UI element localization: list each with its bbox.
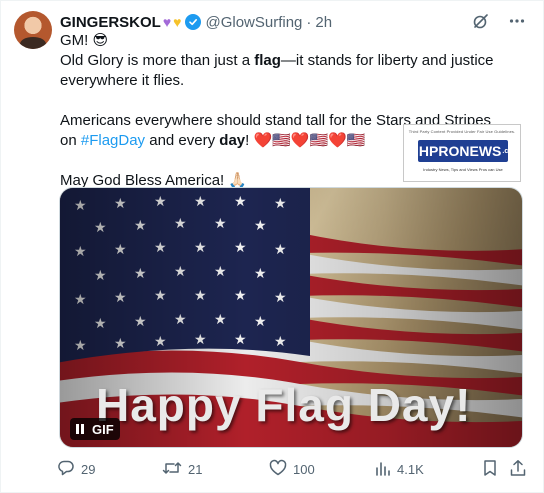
timestamp[interactable]: 2h bbox=[315, 14, 332, 31]
mhpronews-logo: MH PRO NEWS .com bbox=[407, 140, 519, 162]
mhpronews-watermark: Third Party Content Provided Under Fair … bbox=[403, 124, 521, 182]
author-handle[interactable]: @GlowSurfing bbox=[205, 14, 302, 31]
bold-flag: flag bbox=[254, 52, 281, 69]
yellow-heart-icon: ♥ bbox=[173, 14, 182, 30]
repost-count: 21 bbox=[188, 461, 203, 477]
emoji-flag-3: 🇺🇸 bbox=[346, 132, 366, 149]
repost-icon bbox=[162, 459, 182, 480]
watermark-fair-use-text: Third Party Content Provided Under Fair … bbox=[408, 129, 516, 134]
bold-day: day bbox=[219, 132, 246, 149]
views-button[interactable]: 4.1K bbox=[375, 459, 424, 479]
emoji-flag-2: 🇺🇸 bbox=[309, 132, 329, 149]
reply-count: 29 bbox=[81, 461, 96, 477]
reply-button[interactable]: 29 bbox=[57, 459, 95, 479]
emoji-heart-3: ❤️ bbox=[328, 132, 347, 149]
emoji-flag-1: 🇺🇸 bbox=[272, 132, 291, 149]
watermark-tagline: Industry News, Tips and Views Pros can U… bbox=[423, 167, 503, 172]
verified-badge-icon[interactable] bbox=[185, 14, 202, 30]
grok-icon[interactable] bbox=[471, 11, 491, 31]
emoji-heart-2: ❤️ bbox=[290, 132, 310, 149]
emoji-heart-1: ❤️ bbox=[253, 132, 273, 149]
tweet-actions: 29 21 100 4.1K bbox=[57, 459, 527, 479]
gif-media[interactable]: ★★★★★★ ★★★★★ ★★★★★★ ★★★★★ ★★★★★★ ★★★★★ ★… bbox=[59, 187, 523, 448]
like-count: 100 bbox=[293, 461, 315, 477]
more-icon[interactable] bbox=[507, 11, 527, 31]
tweet-header: GINGERSKOL ♥ ♥ @GlowSurfing · 2h bbox=[60, 12, 332, 32]
tweet-top-actions bbox=[471, 11, 527, 31]
separator-dot: · bbox=[306, 13, 312, 31]
share-icon bbox=[509, 459, 527, 480]
gif-badge[interactable]: GIF bbox=[70, 418, 120, 440]
text-line-greeting: GM! 😎 bbox=[60, 32, 109, 49]
like-icon bbox=[269, 459, 287, 480]
reply-icon bbox=[57, 459, 75, 480]
share-button[interactable] bbox=[509, 459, 527, 479]
bookmark-button[interactable] bbox=[482, 459, 498, 479]
gif-label: GIF bbox=[92, 421, 114, 437]
gif-overlay-text: Happy Flag Day! bbox=[96, 379, 472, 431]
avatar[interactable] bbox=[14, 11, 52, 49]
like-button[interactable]: 100 bbox=[269, 459, 315, 479]
repost-button[interactable]: 21 bbox=[162, 459, 202, 479]
tweet-card[interactable]: GINGERSKOL ♥ ♥ @GlowSurfing · 2h GM! 😎 O… bbox=[0, 0, 544, 493]
hashtag-flagday[interactable]: #FlagDay bbox=[81, 132, 145, 149]
views-count: 4.1K bbox=[397, 461, 424, 477]
views-icon bbox=[375, 459, 391, 480]
bookmark-icon bbox=[482, 459, 498, 480]
text-line-old-glory: Old Glory is more than just a flag—it st… bbox=[60, 52, 494, 89]
purple-heart-icon: ♥ bbox=[162, 14, 172, 30]
pause-icon[interactable] bbox=[76, 424, 84, 434]
author-name[interactable]: GINGERSKOL bbox=[60, 14, 161, 31]
